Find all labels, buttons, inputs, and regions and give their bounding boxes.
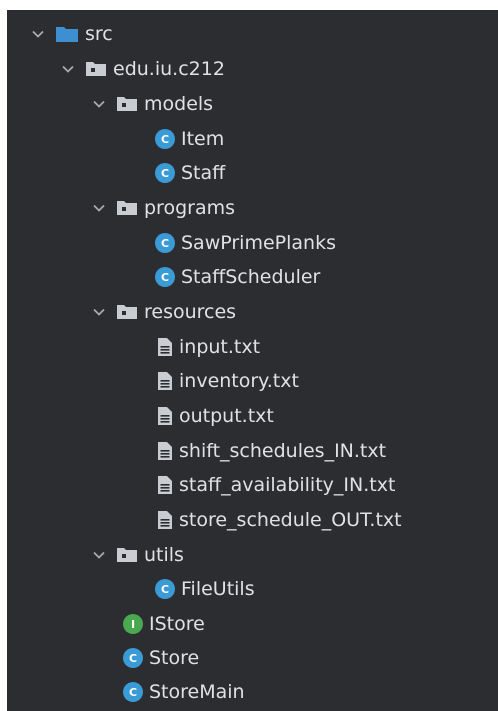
tree-node-programs[interactable]: programs [7, 191, 498, 225]
tree-node-label: StaffScheduler [181, 266, 321, 288]
tree-node-label: utils [144, 544, 184, 566]
chevron-down-icon[interactable] [90, 303, 108, 321]
tree-node-input-txt[interactable]: input.txt [7, 330, 498, 364]
tree-node-fileutils[interactable]: C FileUtils [7, 572, 498, 606]
interface-icon: I [123, 614, 143, 634]
tree-node-inventory-txt[interactable]: inventory.txt [7, 364, 498, 398]
tree-node-models[interactable]: models [7, 87, 498, 121]
tree-node-resources[interactable]: resources [7, 295, 498, 329]
tree-node-label: output.txt [179, 405, 274, 427]
tree-node-sawprimeplanks[interactable]: C SawPrimePlanks [7, 226, 498, 260]
class-icon: C [155, 267, 175, 287]
class-icon: C [155, 233, 175, 253]
tree-node-label: StoreMain [149, 681, 245, 703]
tree-node-label: FileUtils [181, 578, 255, 600]
tree-node-label: store_schedule_OUT.txt [179, 509, 402, 531]
tree-node-src[interactable]: src [7, 17, 498, 51]
tree-node-label: programs [144, 197, 236, 219]
tree-node-label: IStore [149, 613, 205, 635]
tree-node-store-schedule-out-txt[interactable]: store_schedule_OUT.txt [7, 503, 498, 537]
package-folder-icon [116, 200, 138, 216]
tree-node-label: src [85, 23, 113, 45]
tree-node-label: input.txt [179, 336, 261, 358]
tree-node-storemain[interactable]: C StoreMain [7, 675, 498, 709]
text-file-icon [157, 510, 173, 530]
class-icon: C [155, 579, 175, 599]
text-file-icon [157, 371, 173, 391]
text-file-icon [157, 406, 173, 426]
blue-folder-icon [55, 25, 79, 43]
tree-node-istore[interactable]: I IStore [7, 607, 498, 641]
package-folder-icon [116, 96, 138, 112]
package-folder-icon [116, 547, 138, 563]
chevron-down-icon[interactable] [29, 25, 47, 43]
class-icon: C [123, 682, 143, 702]
chevron-down-icon[interactable] [59, 60, 77, 78]
tree-node-staff-availability-in-txt[interactable]: staff_availability_IN.txt [7, 468, 498, 502]
text-file-icon [157, 475, 173, 495]
class-icon: C [155, 163, 175, 183]
text-file-icon [157, 441, 173, 461]
tree-node-staff[interactable]: C Staff [7, 156, 498, 190]
tree-node-label: models [144, 93, 214, 115]
project-tree-panel: src edu.iu.c212 models C Item C Staff pr… [7, 10, 498, 711]
chevron-down-icon[interactable] [90, 546, 108, 564]
tree-node-label: edu.iu.c212 [113, 58, 225, 80]
tree-node-label: Staff [181, 162, 226, 184]
chevron-down-icon[interactable] [90, 95, 108, 113]
text-file-icon [157, 337, 173, 357]
tree-node-label: SawPrimePlanks [181, 232, 336, 254]
tree-node-label: resources [144, 301, 237, 323]
tree-node-store[interactable]: C Store [7, 641, 498, 675]
tree-node-utils[interactable]: utils [7, 538, 498, 572]
tree-node-item[interactable]: C Item [7, 122, 498, 156]
class-icon: C [155, 129, 175, 149]
package-folder-icon [85, 61, 107, 77]
class-icon: C [123, 648, 143, 668]
tree-node-label: Item [181, 128, 225, 150]
tree-node-label: inventory.txt [179, 370, 299, 392]
tree-node-staffscheduler[interactable]: C StaffScheduler [7, 260, 498, 294]
tree-node-output-txt[interactable]: output.txt [7, 399, 498, 433]
tree-node-package[interactable]: edu.iu.c212 [7, 52, 498, 86]
chevron-down-icon[interactable] [90, 199, 108, 217]
package-folder-icon [116, 304, 138, 320]
tree-node-label: Store [149, 647, 200, 669]
tree-node-label: staff_availability_IN.txt [179, 474, 396, 496]
tree-node-shift-schedules-in-txt[interactable]: shift_schedules_IN.txt [7, 434, 498, 468]
tree-node-label: shift_schedules_IN.txt [179, 440, 387, 462]
